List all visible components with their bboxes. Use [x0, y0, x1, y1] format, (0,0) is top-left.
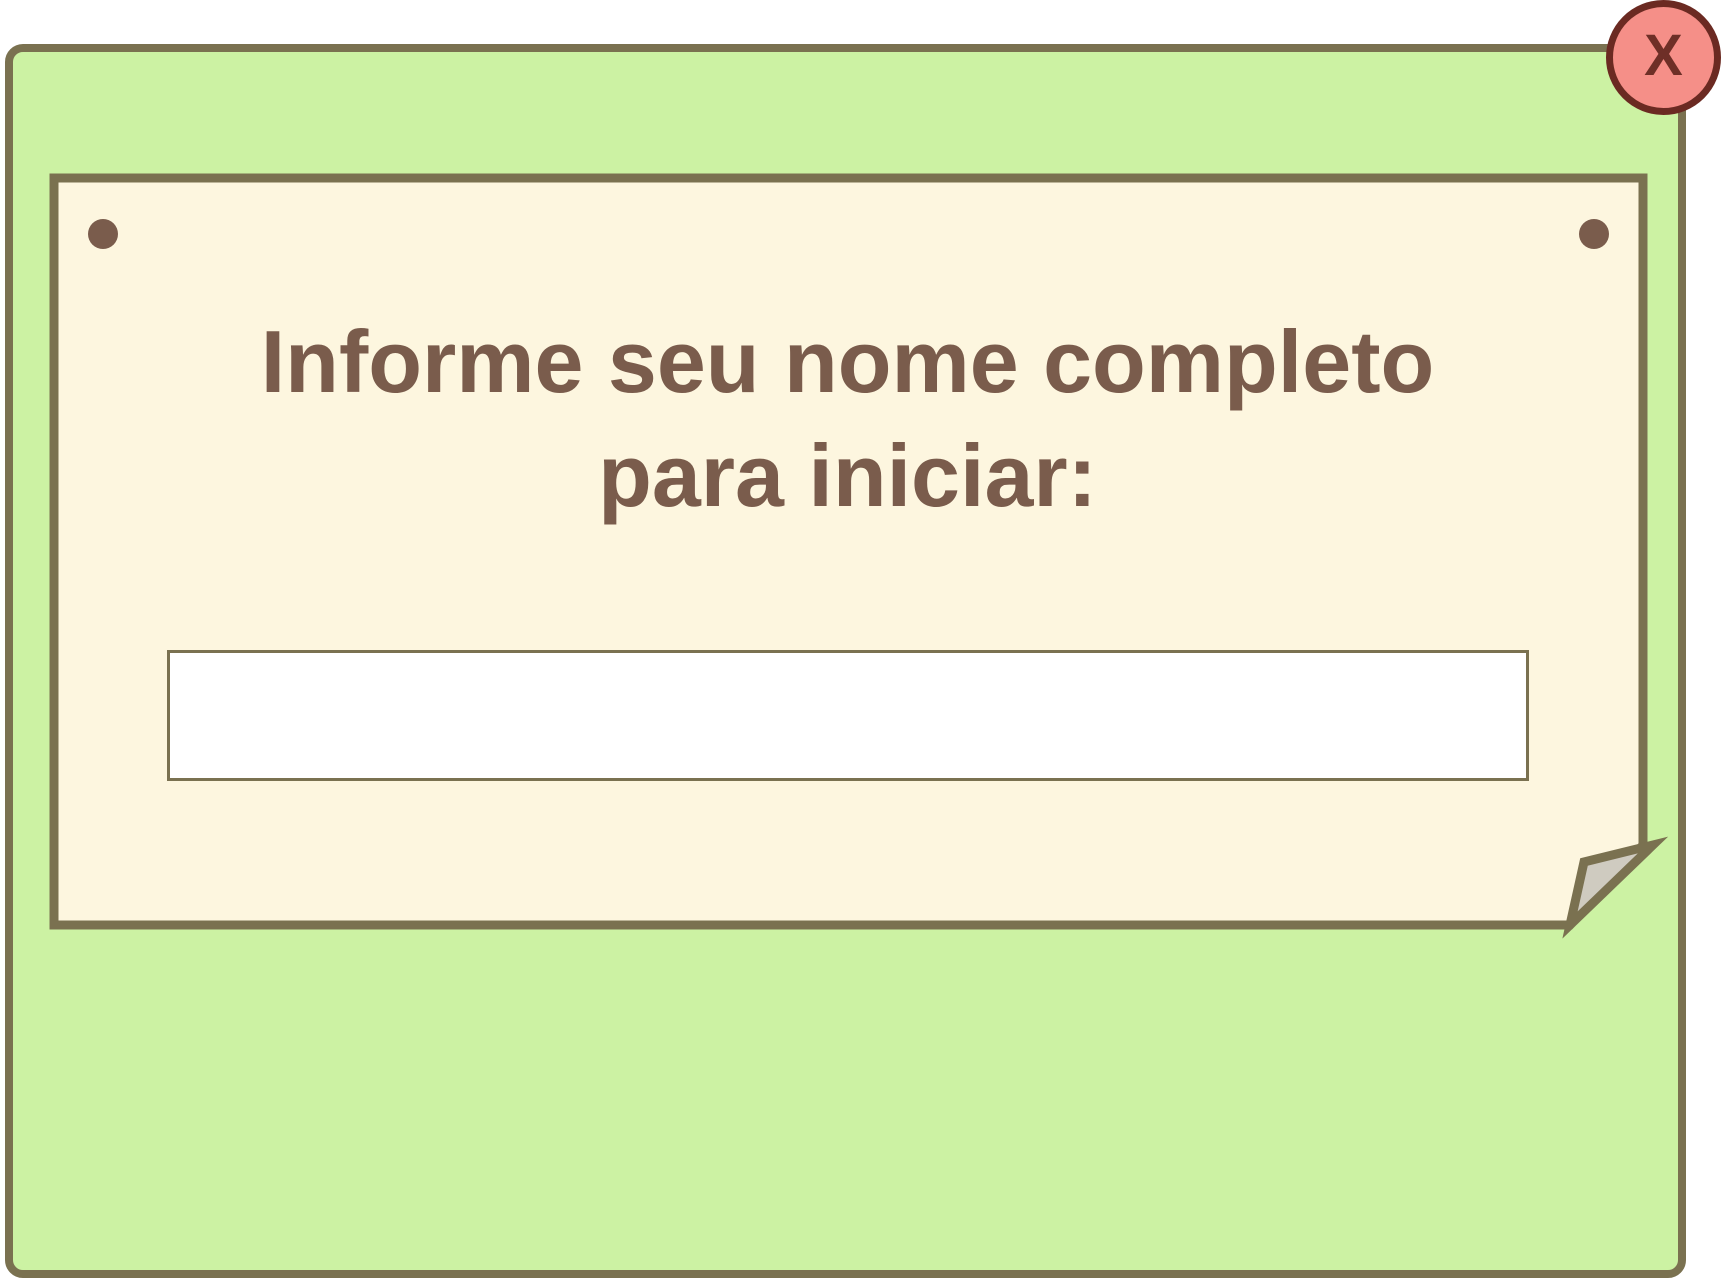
dialog-prompt: Informe seu nome completo para iniciar: [260, 312, 1435, 525]
close-button[interactable]: X [1606, 0, 1721, 115]
full-name-input[interactable] [167, 650, 1529, 781]
close-icon: X [1644, 22, 1683, 88]
name-entry-dialog: Informe seu nome completo para iniciar: … [0, 0, 1722, 1287]
pushpin-icon [1579, 219, 1609, 249]
pushpin-icon [88, 219, 118, 249]
